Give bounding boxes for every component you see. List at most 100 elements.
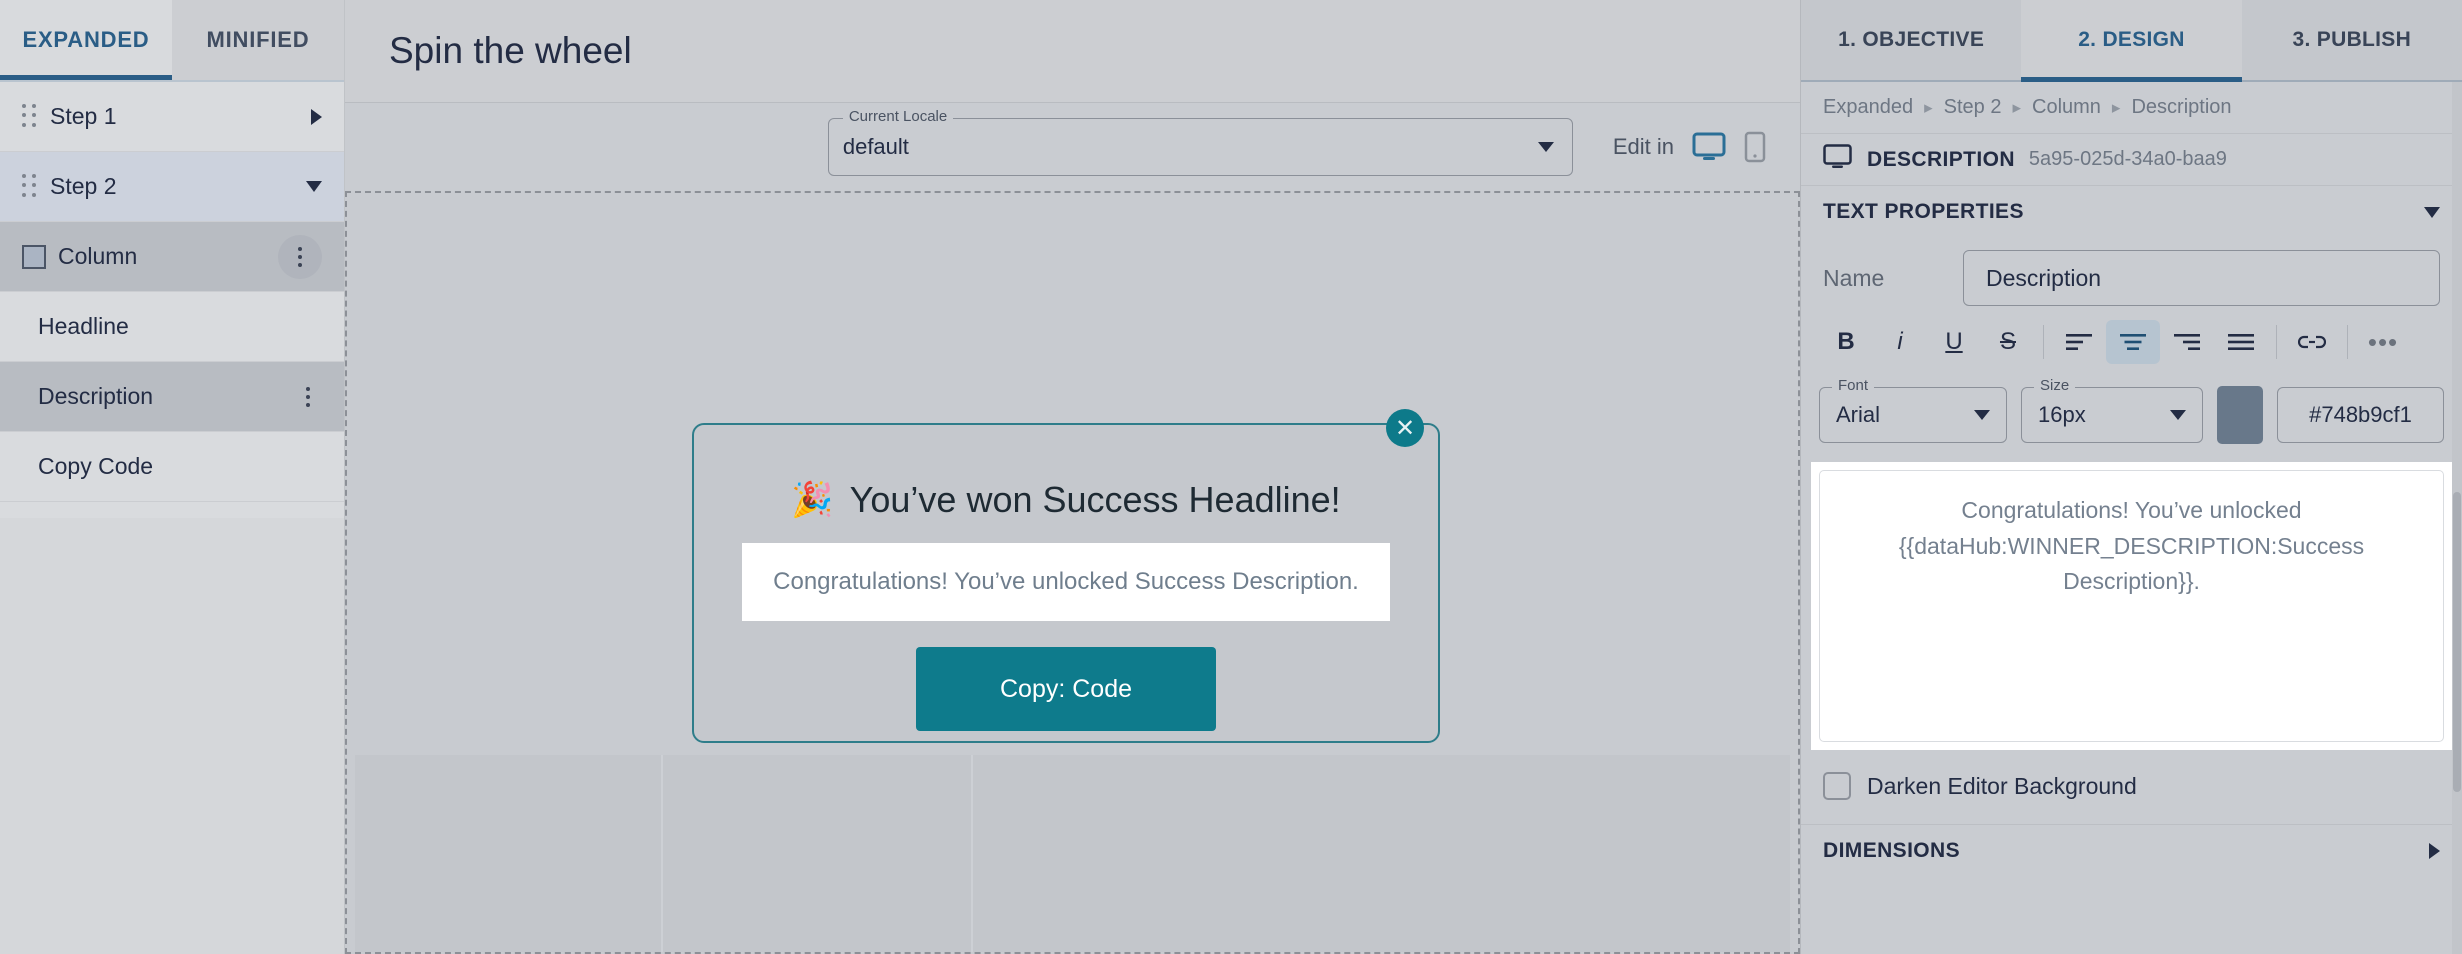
sidebar-tab-minified[interactable]: MINIFIED — [172, 0, 344, 80]
edit-in-label: Edit in — [1612, 134, 1674, 159]
chevron-down-icon[interactable] — [1537, 142, 1554, 152]
preview-modal[interactable]: ✕ 🎉 You’ve won Success Headline! Congrat… — [692, 409, 1440, 743]
drag-handle-icon[interactable] — [22, 173, 38, 200]
current-locale-legend: Current Locale — [842, 108, 954, 125]
darken-editor-background-checkbox[interactable] — [1823, 772, 1851, 800]
column-icon — [22, 244, 46, 269]
align-left-button[interactable] — [2052, 320, 2106, 364]
tree-item-column[interactable]: Column — [0, 222, 344, 292]
italic-button[interactable]: i — [1873, 320, 1927, 364]
canvas-column-divider — [971, 755, 973, 952]
mobile-icon[interactable] — [1744, 131, 1766, 163]
formatting-toolbar: B i U S ••• — [1801, 306, 2462, 370]
tree-item-label: Headline — [38, 313, 129, 339]
breadcrumb-item-description[interactable]: Description — [2131, 96, 2231, 119]
chevron-down-icon[interactable] — [2170, 410, 2186, 420]
toolbar-divider — [2347, 325, 2348, 359]
preview-headline: You’ve won Success Headline! — [849, 479, 1341, 520]
step-tree: Step 1 Step 2 Column Headline Descriptio… — [0, 82, 344, 518]
text-color-hex-input[interactable]: #748b9cf1 — [2277, 387, 2444, 443]
tree-item-step-3[interactable]: Step 3 — [0, 502, 344, 518]
current-locale-select[interactable]: Current Locale default — [827, 108, 1573, 176]
canvas-outer: ✕ 🎉 You’ve won Success Headline! Congrat… — [345, 191, 1800, 954]
tree-item-step-2[interactable]: Step 2 — [0, 152, 344, 222]
section-title: DIMENSIONS — [1823, 839, 1961, 862]
underline-button[interactable]: U — [1927, 320, 1981, 364]
chevron-right-icon[interactable] — [2429, 843, 2440, 859]
chevron-down-icon[interactable] — [2424, 206, 2440, 218]
font-size-select[interactable]: Size 16px — [2021, 377, 2203, 443]
center-header: Spin the wheel — [345, 0, 1800, 103]
breadcrumb: Expanded ▸ Step 2 ▸ Column ▸ Description — [1801, 82, 2462, 134]
close-icon[interactable]: ✕ — [1386, 409, 1424, 447]
party-popper-icon: 🎉 — [791, 481, 834, 519]
tree-item-label: Description — [38, 383, 154, 409]
monitor-icon — [1823, 144, 1853, 175]
breadcrumb-separator-icon: ▸ — [2012, 97, 2021, 117]
tree-item-headline[interactable]: Headline — [0, 292, 344, 362]
tree-item-step-1[interactable]: Step 1 — [0, 82, 344, 152]
size-legend: Size — [2034, 377, 2076, 394]
breadcrumb-item-column[interactable]: Column — [2032, 96, 2101, 119]
preview-description[interactable]: Congratulations! You’ve unlocked Success… — [742, 543, 1390, 621]
align-justify-button[interactable] — [2214, 320, 2268, 364]
breadcrumb-separator-icon: ▸ — [2111, 97, 2121, 117]
center-workspace: Spin the wheel Current Locale default Ed… — [345, 0, 1800, 954]
breadcrumb-separator-icon: ▸ — [1924, 97, 1933, 117]
link-button[interactable] — [2285, 320, 2339, 364]
tab-objective[interactable]: 1. OBJECTIVE — [1801, 0, 2021, 80]
font-value: Arial — [1836, 402, 1881, 427]
chevron-down-icon[interactable] — [1974, 410, 1990, 420]
tab-design[interactable]: 2. DESIGN — [2021, 0, 2242, 82]
align-center-button[interactable] — [2106, 320, 2160, 364]
preview-canvas[interactable]: ✕ 🎉 You’ve won Success Headline! Congrat… — [345, 191, 1800, 954]
tree-item-copy-code[interactable]: Copy Code — [0, 432, 344, 502]
font-family-select[interactable]: Font Arial — [1819, 377, 2007, 443]
tree-item-label: Copy Code — [38, 453, 154, 479]
description-more-options-icon[interactable] — [294, 383, 322, 411]
align-right-button[interactable] — [2160, 320, 2214, 364]
sidebar-tabs: EXPANDED MINIFIED — [0, 0, 344, 80]
desktop-icon[interactable] — [1692, 132, 1726, 162]
element-type-label: DESCRIPTION — [1867, 147, 2015, 171]
locale-bar: Current Locale default Edit in — [345, 103, 1800, 191]
left-sidebar: EXPANDED MINIFIED Step 1 Step 2 Column H… — [0, 0, 345, 954]
element-header: DESCRIPTION 5a95-025d-34a0-baa9 — [1801, 134, 2462, 186]
section-dimensions-header[interactable]: DIMENSIONS — [1801, 825, 2462, 877]
drag-handle-icon[interactable] — [22, 103, 38, 130]
toolbar-divider — [2276, 325, 2277, 359]
rich-text-editor[interactable]: Congratulations! You’ve unlocked {{dataH… — [1819, 470, 2444, 742]
size-value: 16px — [2038, 402, 2086, 427]
name-input[interactable] — [1963, 250, 2440, 306]
current-locale-value: default — [842, 134, 909, 159]
right-properties-panel: 1. OBJECTIVE 2. DESIGN 3. PUBLISH Expand… — [1800, 0, 2462, 954]
more-options-button[interactable]: ••• — [2356, 320, 2410, 364]
section-title: TEXT PROPERTIES — [1823, 200, 2024, 223]
sidebar-filler — [0, 518, 344, 954]
name-label: Name — [1823, 264, 1885, 291]
panel-scrollbar-thumb[interactable] — [2453, 492, 2461, 792]
chevron-right-icon[interactable] — [311, 108, 322, 125]
bold-button[interactable]: B — [1819, 320, 1873, 364]
panel-scrollbar-track[interactable] — [2452, 82, 2462, 954]
tree-item-label: Step 1 — [50, 103, 117, 129]
strikethrough-button[interactable]: S — [1981, 320, 2035, 364]
section-text-properties-header[interactable]: TEXT PROPERTIES — [1801, 186, 2462, 238]
preview-copy-code-button[interactable]: Copy: Code — [916, 647, 1216, 731]
font-legend: Font — [1832, 377, 1875, 394]
tab-publish[interactable]: 3. PUBLISH — [2242, 0, 2462, 80]
text-color-swatch[interactable] — [2217, 386, 2263, 444]
tree-item-description[interactable]: Description — [0, 362, 344, 432]
app-root: EXPANDED MINIFIED Step 1 Step 2 Column H… — [0, 0, 2462, 954]
chevron-down-icon[interactable] — [306, 181, 322, 192]
column-more-options-icon[interactable] — [278, 234, 322, 279]
tree-item-label: Column — [58, 243, 138, 269]
font-controls-row: Font Arial Size 16px #748b9cf1 — [1801, 370, 2462, 444]
name-field-row: Name — [1801, 238, 2462, 306]
breadcrumb-item-step-2[interactable]: Step 2 — [1944, 96, 2002, 119]
canvas-column-divider — [661, 755, 663, 952]
sidebar-tab-expanded[interactable]: EXPANDED — [0, 0, 172, 80]
canvas-lower-band — [355, 755, 1790, 952]
rich-text-editor-wrapper: Congratulations! You’ve unlocked {{dataH… — [1811, 462, 2452, 750]
breadcrumb-item-expanded[interactable]: Expanded — [1823, 96, 1913, 119]
